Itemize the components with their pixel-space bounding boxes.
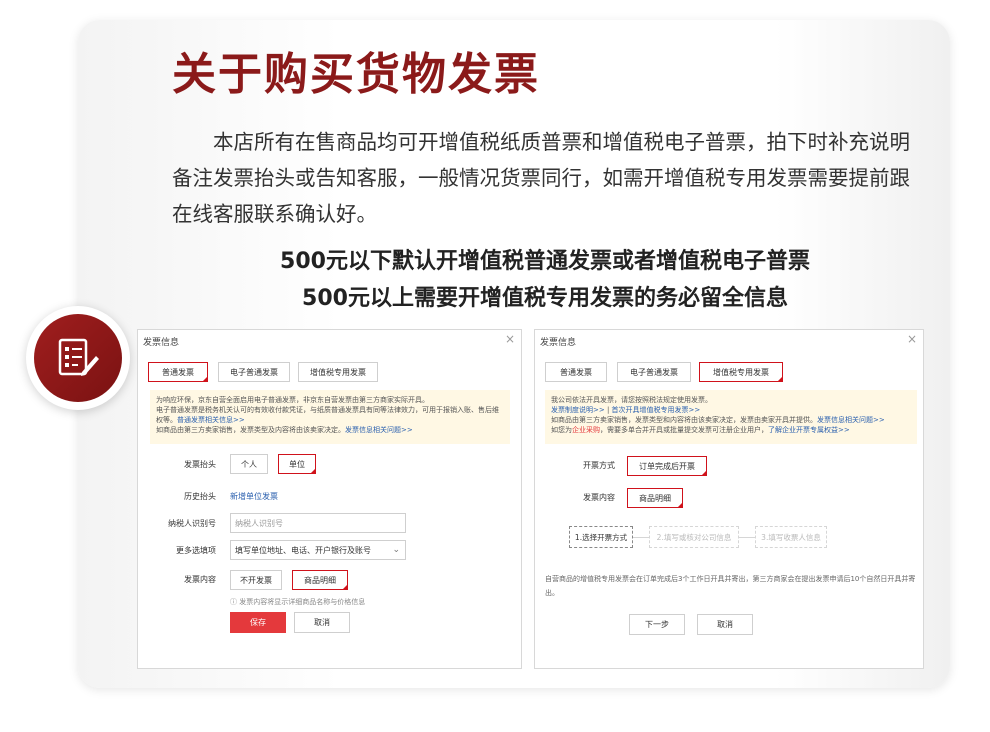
item-detail-option[interactable]: 商品明细 [627,488,683,508]
header-company-option[interactable]: 单位 [278,454,316,474]
intro-paragraph: 本店所有在售商品均可开增值税纸质普票和增值税电子普票，拍下时补充说明备注发票抬头… [172,130,910,226]
more-options-value: 填写单位地址、电话、开户银行及账号 [235,545,371,555]
close-icon[interactable]: × [907,332,917,346]
add-company-invoice-link[interactable]: 新增单位发票 [230,491,278,502]
notice-line: 我公司依法开具发票，请您按照税法规定使用发票。 [551,396,712,404]
notice-line: 如商品由第三方卖家销售，发票类型及内容将由该卖家决定。发票信息相关问题>> [156,426,413,434]
invoice-badge [26,306,130,410]
tab-normal-invoice[interactable]: 普通发票 [545,362,607,382]
notice-box: 我公司依法开具发票，请您按照税法规定使用发票。 发票制度说明>> | 首次开具增… [545,390,917,444]
content-hint: ⓘ 发票内容将显示详细商品名称与价格信息 [230,598,366,606]
tab-vat-invoice[interactable]: 增值税专用发票 [699,362,783,382]
enterprise-purchase-link[interactable]: 企业采购 [572,426,600,434]
save-button[interactable]: 保存 [230,612,286,633]
method-label: 开票方式 [583,461,615,470]
step-2: 2.填写或核对公司信息 [649,526,739,548]
normal-invoice-info-link[interactable]: 普通发票相关信息>> [177,416,245,424]
invoice-dialog-vat: 发票信息 × 普通发票 电子普通发票 增值税专用发票 我公司依法开具发票，请您按… [534,329,924,669]
enterprise-benefits-link[interactable]: 了解企业开票专属权益>> [768,426,850,434]
next-step-button[interactable]: 下一步 [629,614,685,635]
no-invoice-option[interactable]: 不开发票 [230,570,282,590]
invoice-questions-link[interactable]: 发票信息相关问题>> [817,416,885,424]
notice-line: 为响应环保，京东自营全面启用电子普通发票，非京东自营发票由第三方商家实际开具。 [156,396,429,404]
vat-footer-text: 自营商品的增值税专用发票会在订单完成后3个工作日开具并寄出，第三方商家会在提出发… [545,575,916,597]
more-options-label: 更多选填项 [176,546,216,555]
dialog-title: 发票信息 [540,338,577,348]
cancel-button[interactable]: 取消 [697,614,753,635]
invoice-policy-link[interactable]: 发票制度说明>> [551,406,605,414]
headline-above-500: 500元以上需要开增值税专用发票的务必留全信息 [302,286,788,311]
badge-circle [34,314,122,402]
first-vat-invoice-link[interactable]: 首次开具增值税专用发票>> [612,406,701,414]
close-icon[interactable]: × [505,332,515,346]
content-label: 发票内容 [184,575,216,584]
invoice-dialog-normal: 发票信息 × 普通发票 电子普通发票 增值税专用发票 为响应环保，京东自营全面启… [137,329,522,669]
tab-vat-invoice[interactable]: 增值税专用发票 [298,362,378,382]
cancel-button[interactable]: 取消 [294,612,350,633]
notice-line: 发票制度说明>> | 首次开具增值税专用发票>> [551,406,701,414]
page-title: 关于购买货物发票 [172,49,540,100]
header-personal-option[interactable]: 个人 [230,454,268,474]
chevron-down-icon: ⌄ [392,545,400,555]
step-connector [633,537,649,538]
header-label: 发票抬头 [184,460,216,469]
notice-line: 电子普通发票是税务机关认可的有效收付款凭证，与纸质普通发票具有同等法律效力，可用… [156,406,499,424]
notice-box: 为响应环保，京东自营全面启用电子普通发票，非京东自营发票由第三方商家实际开具。 … [150,390,510,444]
tab-normal-invoice[interactable]: 普通发票 [148,362,208,382]
tab-electronic-invoice[interactable]: 电子普通发票 [617,362,691,382]
invoice-questions-link[interactable]: 发票信息相关问题>> [345,426,413,434]
history-label: 历史抬头 [184,492,216,501]
notice-line: 如您为企业采购，需要多单合并开具或批量提交发票可注册企业用户，了解企业开票专属权… [551,426,850,434]
step-1: 1.选择开票方式 [569,526,633,548]
taxid-label: 纳税人识别号 [168,519,216,528]
item-detail-option[interactable]: 商品明细 [292,570,348,590]
more-options-select[interactable]: 填写单位地址、电话、开户银行及账号 ⌄ [230,540,406,560]
content-label: 发票内容 [583,493,615,502]
checklist-pen-icon [58,338,99,376]
method-option[interactable]: 订单完成后开票 [627,456,707,476]
taxid-input[interactable]: 纳税人识别号 [230,513,406,533]
step-3: 3.填写收票人信息 [755,526,827,548]
step-connector [739,537,755,538]
notice-line: 如商品由第三方卖家销售，发票类型和内容将由该卖家决定，发票由卖家开具并提供。发票… [551,416,885,424]
tab-electronic-invoice[interactable]: 电子普通发票 [218,362,290,382]
dialog-title: 发票信息 [143,338,180,348]
headline-below-500: 500元以下默认开增值税普通发票或者增值税电子普票 [280,249,810,274]
